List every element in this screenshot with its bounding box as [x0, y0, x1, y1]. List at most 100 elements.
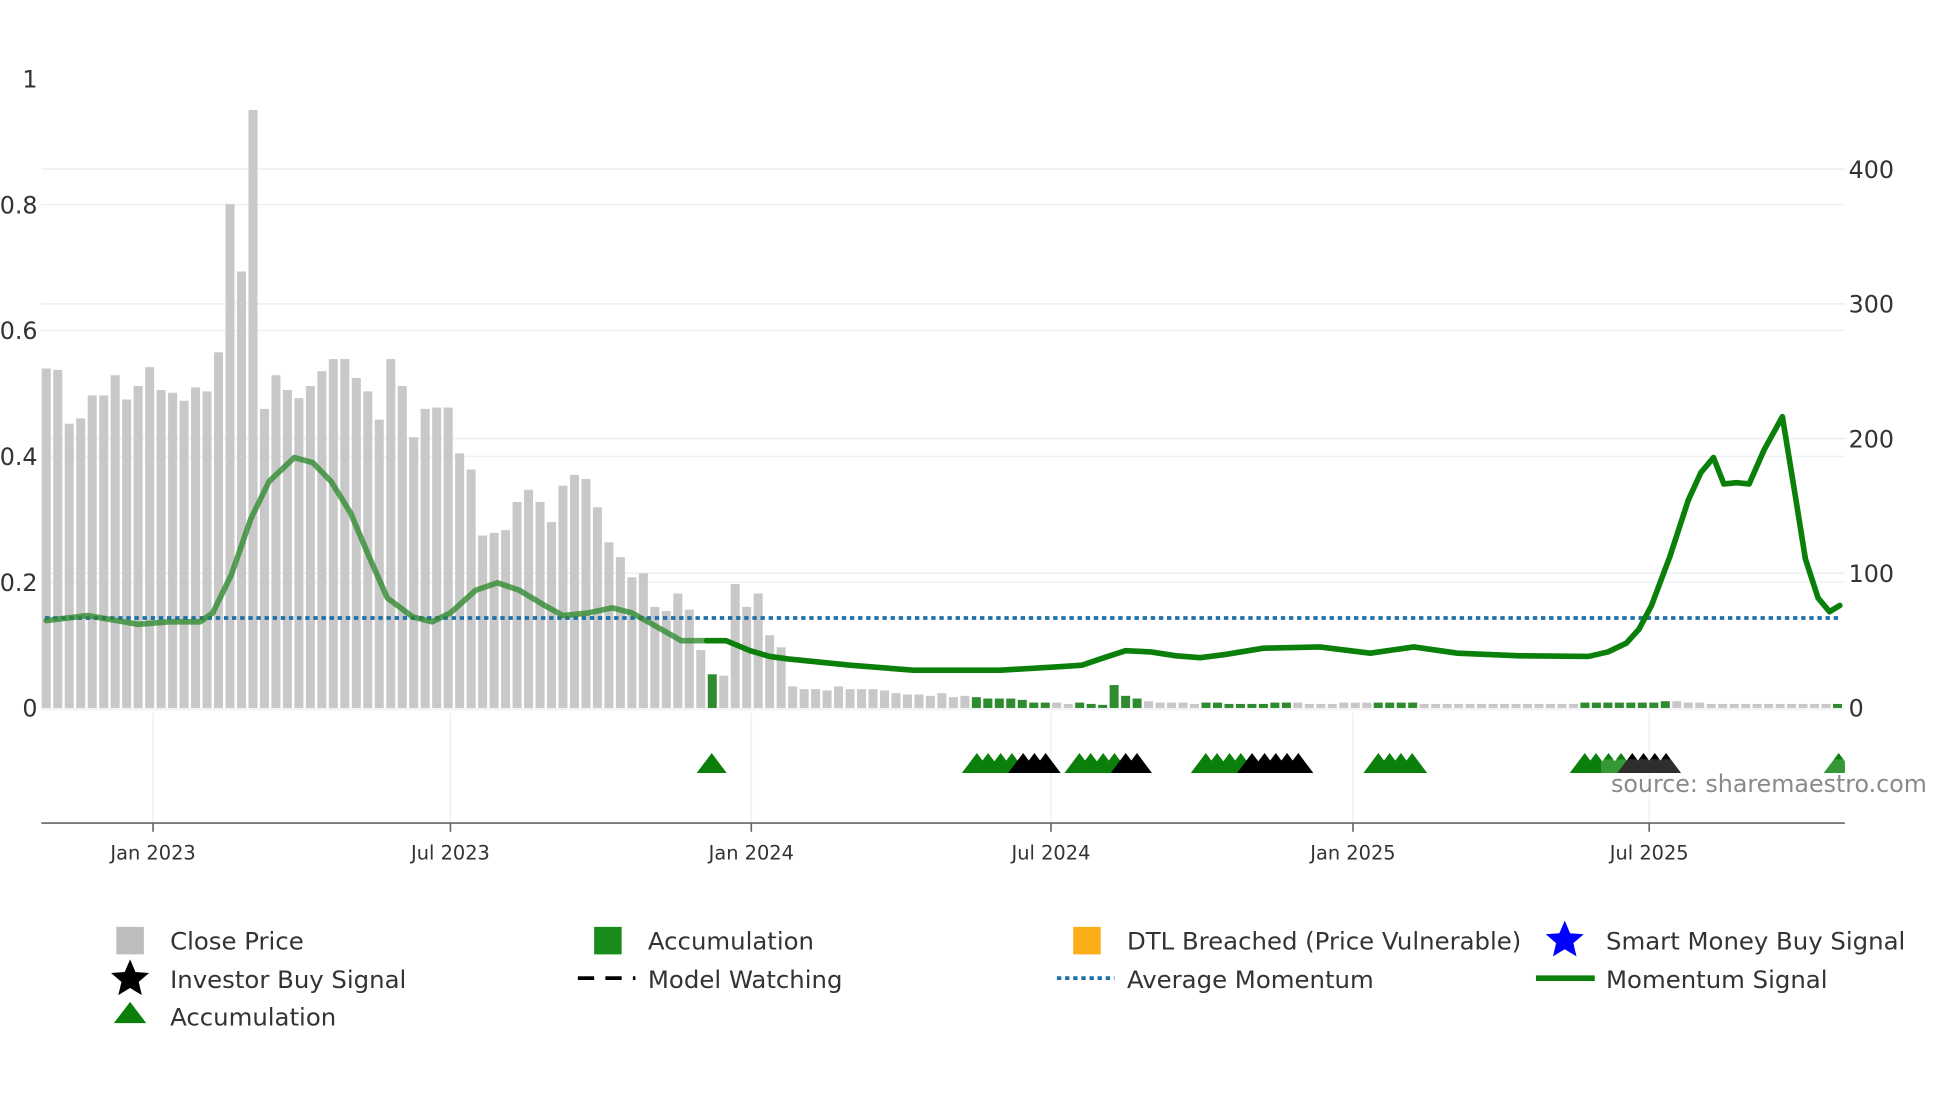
close-price-bar: [478, 535, 488, 708]
close-price-bar: [156, 390, 166, 708]
left-axis-ticks: 0 0.2 0.4 0.6 0.8 1: [0, 66, 38, 723]
momentum-chart: 0 0.2 0.4 0.6 0.8 1 0 100 200 300 400 source: sha…: [0, 66, 1939, 1032]
close-price-bar: [225, 204, 235, 708]
close-price-bar: [271, 375, 281, 708]
close-price-bar: [1431, 703, 1441, 708]
close-price-bar: [1706, 703, 1716, 708]
close-price-bar: [351, 377, 361, 708]
close-price-bar: [1695, 702, 1705, 708]
close-price-bar: [282, 390, 292, 708]
close-price-bar: [1304, 703, 1314, 708]
accumulation-bar: [1258, 703, 1268, 708]
accumulation-bar: [1098, 704, 1108, 708]
close-price-bar: [1339, 702, 1349, 708]
close-price-bar: [1155, 702, 1165, 708]
close-price-bar: [489, 532, 499, 708]
right-tick-label: 400: [1849, 156, 1894, 184]
close-price-bar: [925, 695, 935, 708]
close-price-bar: [41, 368, 51, 708]
close-price-bar: [1683, 702, 1693, 708]
legend-black-star-icon: [111, 959, 150, 996]
close-price-bar: [1764, 703, 1774, 708]
close-price-bar: [638, 573, 648, 708]
accumulation-bar: [1660, 701, 1670, 708]
close-price-bar: [374, 419, 384, 708]
close-price-bar: [1063, 703, 1073, 708]
close-price-bar: [615, 557, 625, 708]
legend-accumulation-bar: Accumulation: [648, 926, 814, 955]
right-tick-label: 300: [1849, 291, 1894, 319]
right-axis-ticks: 0 100 200 300 400: [1849, 156, 1894, 723]
close-price-bar: [1419, 703, 1429, 708]
close-price-bar: [948, 697, 958, 708]
close-price-bar: [822, 690, 832, 708]
close-price-bar: [696, 650, 706, 708]
close-price-bar: [1316, 703, 1326, 708]
close-price-bar: [1442, 703, 1452, 708]
accumulation-bar: [1614, 702, 1624, 708]
accumulation-bar: [1224, 703, 1234, 708]
close-price-bar: [902, 694, 912, 708]
close-price-bar: [937, 693, 947, 708]
close-price-bar: [409, 437, 419, 708]
accumulation-bar: [1006, 698, 1016, 708]
close-price-bar: [328, 359, 338, 708]
accumulation-bar: [1270, 702, 1280, 708]
close-price-bar: [202, 391, 212, 708]
legend-close-price: Close Price: [170, 926, 304, 955]
close-price-bar: [845, 689, 855, 708]
close-price-bar: [604, 542, 614, 708]
accumulation-triangle: [696, 753, 727, 774]
accumulation-bar: [994, 698, 1004, 708]
close-price-bar: [179, 400, 189, 708]
close-price-bar: [1350, 702, 1360, 708]
close-price-bar: [1178, 702, 1188, 708]
close-price-bar: [191, 387, 201, 708]
accumulation-bar: [1212, 702, 1222, 708]
accumulation-bar: [1247, 703, 1257, 708]
close-price-bar: [1775, 703, 1785, 708]
close-price-bar: [259, 408, 269, 708]
legend-grey-square-icon: [116, 926, 144, 955]
close-price-bar: [684, 609, 694, 708]
close-price-bar: [1810, 703, 1820, 708]
legend-green-triangle-icon: [113, 1001, 147, 1024]
legend-model-watching: Model Watching: [648, 965, 843, 994]
close-price-bar: [122, 399, 132, 708]
right-tick-label: 100: [1849, 560, 1894, 588]
accumulation-bar: [1029, 702, 1039, 708]
accumulation-bar: [1281, 702, 1291, 708]
close-price-bar: [1465, 703, 1475, 708]
accumulation-bar: [1086, 703, 1096, 708]
accumulation-bar: [1603, 702, 1613, 708]
accumulation-bar: [1580, 702, 1590, 708]
x-axis: Jan 2023 Jul 2023 Jan 2024 Jul 2024 Jan 2025…: [41, 822, 1845, 864]
close-price-bar: [1568, 703, 1578, 708]
x-tick-label: Jan 2023: [109, 841, 195, 864]
close-price-bar: [1718, 703, 1728, 708]
accumulation-bar: [1017, 699, 1027, 708]
left-tick-label: 1: [22, 66, 37, 94]
close-price-bar: [868, 689, 878, 708]
close-price-bar: [1798, 703, 1808, 708]
close-price-bar: [1729, 703, 1739, 708]
close-price-bar: [1293, 702, 1303, 708]
close-price-bar: [1557, 703, 1567, 708]
close-price-bar: [1545, 703, 1555, 708]
accumulation-bar: [1109, 685, 1119, 708]
accumulation-bar: [1591, 702, 1601, 708]
close-price-bar: [661, 610, 671, 708]
close-price-bar: [1454, 703, 1464, 708]
legend-momentum-signal: Momentum Signal: [1606, 965, 1828, 994]
close-price-bar: [432, 407, 442, 708]
accumulation-bar: [707, 674, 717, 708]
accumulation-bar: [1396, 702, 1406, 708]
close-price-bar: [1144, 701, 1154, 708]
close-price-bar: [1327, 703, 1337, 708]
accumulation-bar: [1121, 695, 1131, 708]
close-price-bar: [811, 689, 821, 708]
legend-investor-buy-signal: Investor Buy Signal: [170, 965, 406, 994]
left-tick-label: 0: [22, 695, 37, 723]
close-price-bar: [799, 689, 809, 708]
accumulation-bar: [1201, 702, 1211, 708]
